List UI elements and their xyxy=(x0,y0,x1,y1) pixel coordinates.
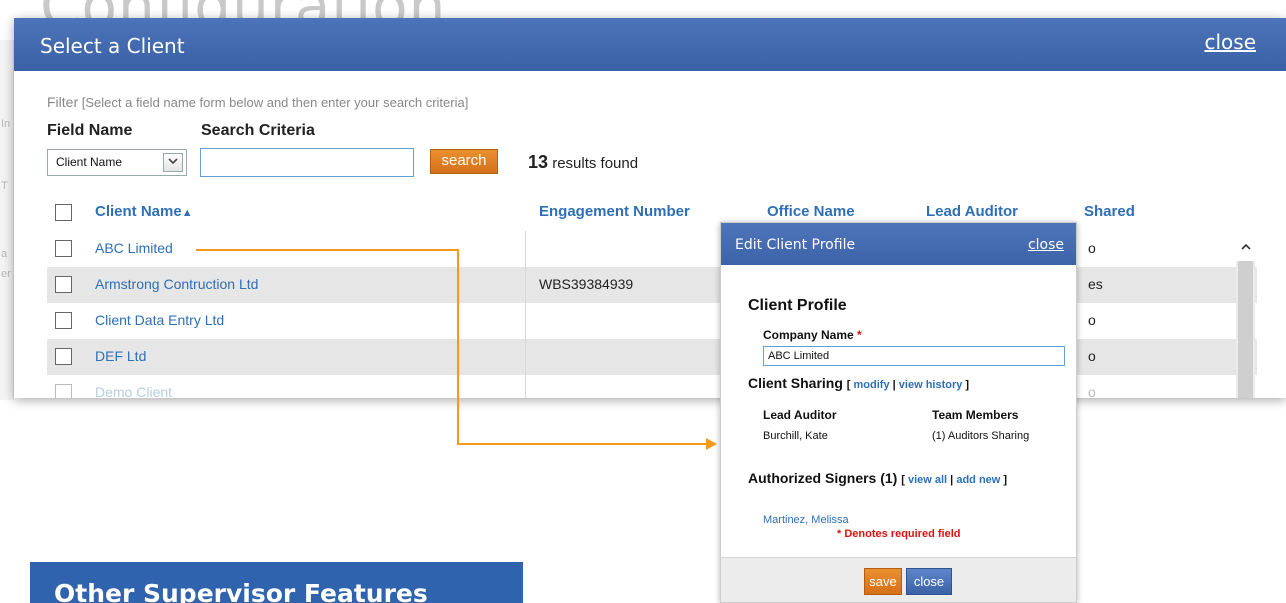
section-banner: Other Supervisor Features xyxy=(30,562,523,603)
screenshot-stage: Configuration In T a er Select a Client … xyxy=(0,0,1286,603)
company-name-input[interactable]: ABC Limited xyxy=(763,346,1065,366)
save-button[interactable]: save xyxy=(864,568,902,595)
client-sharing-heading: Client Sharing [ modify | view history ] xyxy=(748,375,969,391)
authorized-signers-links: [ view all | add new ] xyxy=(901,474,1008,486)
lead-auditor-label: Lead Auditor xyxy=(763,408,837,422)
panel-title: Edit Client Profile xyxy=(735,237,856,253)
required-marker: * xyxy=(857,328,862,342)
panel-header: Edit Client Profile close xyxy=(721,223,1076,265)
edit-client-profile-panel: Edit Client Profile close Client Profile… xyxy=(720,222,1077,603)
required-field-note: * Denotes required field xyxy=(837,528,961,540)
add-new-link[interactable]: add new xyxy=(956,474,1000,486)
company-name-label-text: Company Name xyxy=(763,328,854,342)
authorized-signers-heading-text: Authorized Signers (1) xyxy=(748,470,898,486)
team-members-label: Team Members xyxy=(932,408,1019,422)
view-history-link[interactable]: view history xyxy=(899,379,963,391)
callout-connector-arrow xyxy=(196,249,717,450)
company-name-label: Company Name * xyxy=(763,328,862,342)
client-sharing-heading-text: Client Sharing xyxy=(748,375,843,391)
panel-footer: save close xyxy=(721,557,1076,602)
client-profile-heading: Client Profile xyxy=(748,297,847,314)
lead-auditor-value: Burchill, Kate xyxy=(763,430,828,442)
modify-link[interactable]: modify xyxy=(854,379,890,391)
team-members-value: (1) Auditors Sharing xyxy=(932,430,1030,442)
authorized-signers-heading: Authorized Signers (1) [ view all | add … xyxy=(748,470,1007,486)
panel-close-link[interactable]: close xyxy=(1028,237,1064,253)
authorized-signer-link[interactable]: Martinez, Melissa xyxy=(763,514,849,526)
view-all-link[interactable]: view all xyxy=(908,474,947,486)
close-button[interactable]: close xyxy=(906,568,952,595)
client-sharing-links: [ modify | view history ] xyxy=(846,379,970,391)
section-banner-title: Other Supervisor Features xyxy=(54,579,428,603)
